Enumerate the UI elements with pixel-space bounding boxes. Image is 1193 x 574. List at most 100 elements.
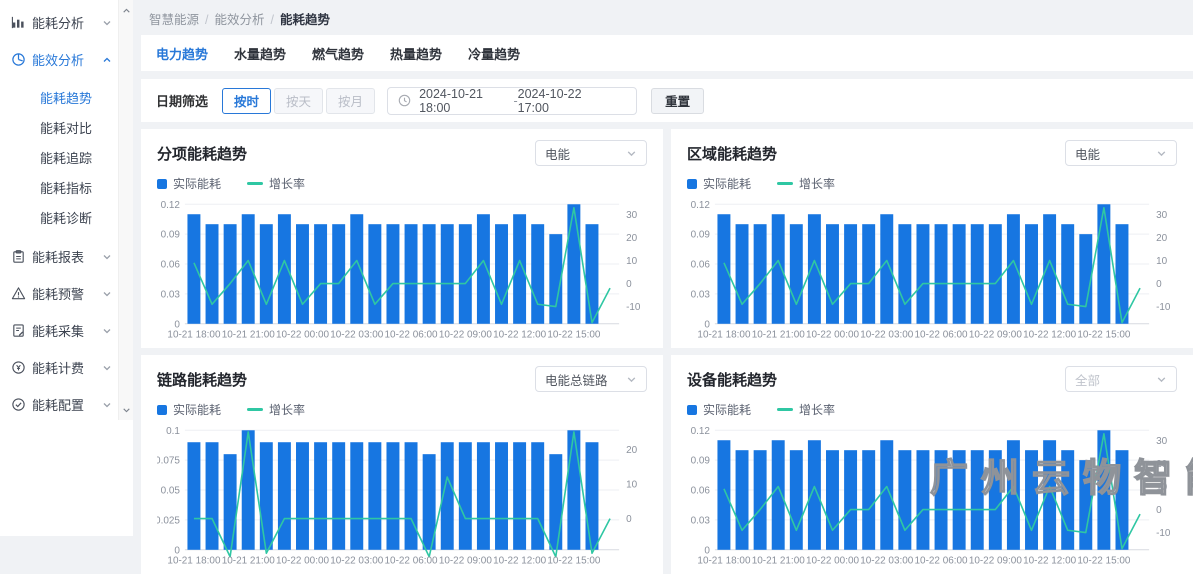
legend-growth-rate[interactable]: 增长率 xyxy=(247,175,305,192)
tab-electric-trend[interactable]: 电力趋势 xyxy=(156,44,208,63)
sidebar-item-energy-collection[interactable]: 能耗采集 xyxy=(0,312,118,349)
svg-text:20: 20 xyxy=(1156,459,1168,470)
legend-growth-rate[interactable]: 增长率 xyxy=(247,401,305,418)
svg-text:10: 10 xyxy=(1156,482,1168,493)
svg-text:10-22 03:00: 10-22 03:00 xyxy=(860,330,914,341)
chevron-down-icon xyxy=(1156,148,1167,159)
breadcrumb-item[interactable]: 能效分析 xyxy=(215,13,265,27)
svg-text:0.075: 0.075 xyxy=(157,456,180,467)
svg-text:0: 0 xyxy=(1156,505,1162,516)
svg-text:0: 0 xyxy=(626,279,632,290)
mode-by-day-button[interactable]: 按天 xyxy=(274,88,323,114)
sidebar-item-energy-analysis[interactable]: 能耗分析 xyxy=(0,4,118,41)
chevron-up-icon xyxy=(102,55,112,65)
svg-text:10-21 18:00: 10-21 18:00 xyxy=(167,556,221,567)
svg-text:10-22 03:00: 10-22 03:00 xyxy=(330,330,384,341)
chevron-down-icon xyxy=(102,326,112,336)
svg-text:10-22 03:00: 10-22 03:00 xyxy=(860,556,914,567)
sidebar-item-energy-report[interactable]: 能耗报表 xyxy=(0,238,118,275)
bar-legend-marker xyxy=(157,405,167,415)
billing-icon xyxy=(10,360,26,376)
svg-text:10-22 00:00: 10-22 00:00 xyxy=(806,330,860,341)
svg-text:0.1: 0.1 xyxy=(166,426,180,437)
sidebar-subitem-energy-trace[interactable]: 能耗追踪 xyxy=(0,144,118,174)
svg-text:10-22 06:00: 10-22 06:00 xyxy=(915,556,969,567)
config-icon xyxy=(10,397,26,413)
reset-button[interactable]: 重置 xyxy=(651,88,704,114)
line-legend-marker xyxy=(247,408,263,411)
sidebar: 能耗分析 能效分析 能耗趋势 能耗对比 能耗追踪 能耗指标 能耗诊断 xyxy=(0,0,133,536)
breadcrumb: 智慧能源/能效分析/能耗趋势 xyxy=(133,0,1193,35)
legend-actual-energy[interactable]: 实际能耗 xyxy=(687,401,751,418)
mode-by-month-button[interactable]: 按月 xyxy=(326,88,375,114)
tab-gas-trend[interactable]: 燃气趋势 xyxy=(312,44,364,63)
svg-text:10-22 00:00: 10-22 00:00 xyxy=(276,556,330,567)
line-legend-marker xyxy=(247,182,263,185)
svg-text:0: 0 xyxy=(704,545,710,556)
svg-text:20: 20 xyxy=(626,445,638,456)
sidebar-item-label: 能耗计费 xyxy=(32,358,102,377)
sidebar-item-energy-alarm[interactable]: 能耗预警 xyxy=(0,275,118,312)
link-energy-type-select[interactable]: 电能总链路 xyxy=(535,366,647,392)
svg-text:10: 10 xyxy=(626,256,638,267)
svg-text:10-22 06:00: 10-22 06:00 xyxy=(385,330,439,341)
svg-text:0.09: 0.09 xyxy=(691,230,711,241)
chart-legend: 实际能耗 增长率 xyxy=(687,401,1177,418)
sidebar-item-energy-billing[interactable]: 能耗计费 xyxy=(0,349,118,386)
svg-text:0: 0 xyxy=(626,514,632,525)
legend-growth-rate[interactable]: 增长率 xyxy=(777,401,835,418)
date-filter-bar: 日期筛选 按时 按天 按月 2024-10-21 18:00 - 2024-10… xyxy=(141,79,1193,122)
svg-text:10-22 00:00: 10-22 00:00 xyxy=(276,330,330,341)
tab-heat-trend[interactable]: 热量趋势 xyxy=(390,44,442,63)
sidebar-item-efficiency-analysis[interactable]: 能效分析 xyxy=(0,41,118,78)
svg-text:10-22 03:00: 10-22 03:00 xyxy=(330,556,384,567)
legend-actual-energy[interactable]: 实际能耗 xyxy=(157,401,221,418)
clock-icon xyxy=(398,94,411,107)
legend-growth-rate[interactable]: 增长率 xyxy=(777,175,835,192)
svg-text:0.09: 0.09 xyxy=(161,230,181,241)
svg-text:10-22 09:00: 10-22 09:00 xyxy=(439,556,493,567)
line-legend-marker xyxy=(777,408,793,411)
chevron-down-icon xyxy=(626,148,637,159)
scroll-up-icon[interactable] xyxy=(122,3,131,18)
mode-by-hour-button[interactable]: 按时 xyxy=(222,88,271,114)
chevron-down-icon xyxy=(102,400,112,410)
card-title: 区域能耗趋势 xyxy=(687,143,777,164)
svg-text:0.06: 0.06 xyxy=(161,260,181,271)
svg-text:0.12: 0.12 xyxy=(691,200,711,211)
sidebar-subitem-energy-indicator[interactable]: 能耗指标 xyxy=(0,174,118,204)
svg-text:0.12: 0.12 xyxy=(161,200,181,211)
legend-actual-energy[interactable]: 实际能耗 xyxy=(687,175,751,192)
bar-chart-icon xyxy=(10,15,26,31)
card-title: 分项能耗趋势 xyxy=(157,143,247,164)
tab-cooling-trend[interactable]: 冷量趋势 xyxy=(468,44,520,63)
card-title: 链路能耗趋势 xyxy=(157,369,247,390)
sidebar-item-energy-config[interactable]: 能耗配置 xyxy=(0,386,118,423)
sidebar-subitem-energy-trend[interactable]: 能耗趋势 xyxy=(0,84,118,114)
device-energy-type-select[interactable]: 全部 xyxy=(1065,366,1177,392)
breadcrumb-item[interactable]: 智慧能源 xyxy=(149,13,199,27)
svg-text:10-22 06:00: 10-22 06:00 xyxy=(385,556,439,567)
svg-text:30: 30 xyxy=(1156,436,1168,447)
region-energy-type-select[interactable]: 电能 xyxy=(1065,140,1177,166)
charts-grid: 分项能耗趋势 电能 实际能耗 增长率 00.030.060.090.12-100… xyxy=(141,129,1193,574)
sidebar-item-label: 能耗配置 xyxy=(32,395,102,414)
subitem-energy-type-select[interactable]: 电能 xyxy=(535,140,647,166)
legend-actual-energy[interactable]: 实际能耗 xyxy=(157,175,221,192)
chart-canvas: 00.030.060.090.12-10010203010-21 18:0010… xyxy=(157,196,647,344)
svg-text:0.03: 0.03 xyxy=(691,515,711,526)
warning-icon xyxy=(10,286,26,302)
chart-canvas: 00.030.060.090.12-10010203010-21 18:0010… xyxy=(687,196,1177,344)
sidebar-subitem-energy-diagnosis[interactable]: 能耗诊断 xyxy=(0,204,118,234)
date-range-picker[interactable]: 2024-10-21 18:00 - 2024-10-22 17:00 xyxy=(387,87,637,115)
svg-text:10-21 18:00: 10-21 18:00 xyxy=(697,556,751,567)
tab-water-trend[interactable]: 水量趋势 xyxy=(234,44,286,63)
svg-text:0.05: 0.05 xyxy=(161,486,181,497)
sidebar-menu: 能耗分析 能效分析 能耗趋势 能耗对比 能耗追踪 能耗指标 能耗诊断 xyxy=(0,0,133,423)
svg-text:10-21 21:00: 10-21 21:00 xyxy=(752,330,806,341)
sidebar-scrollbar[interactable] xyxy=(118,0,133,420)
date-end-value: 2024-10-22 17:00 xyxy=(518,87,612,115)
scroll-down-icon[interactable] xyxy=(122,402,131,417)
sidebar-item-label: 能耗预警 xyxy=(32,284,102,303)
sidebar-subitem-energy-compare[interactable]: 能耗对比 xyxy=(0,114,118,144)
